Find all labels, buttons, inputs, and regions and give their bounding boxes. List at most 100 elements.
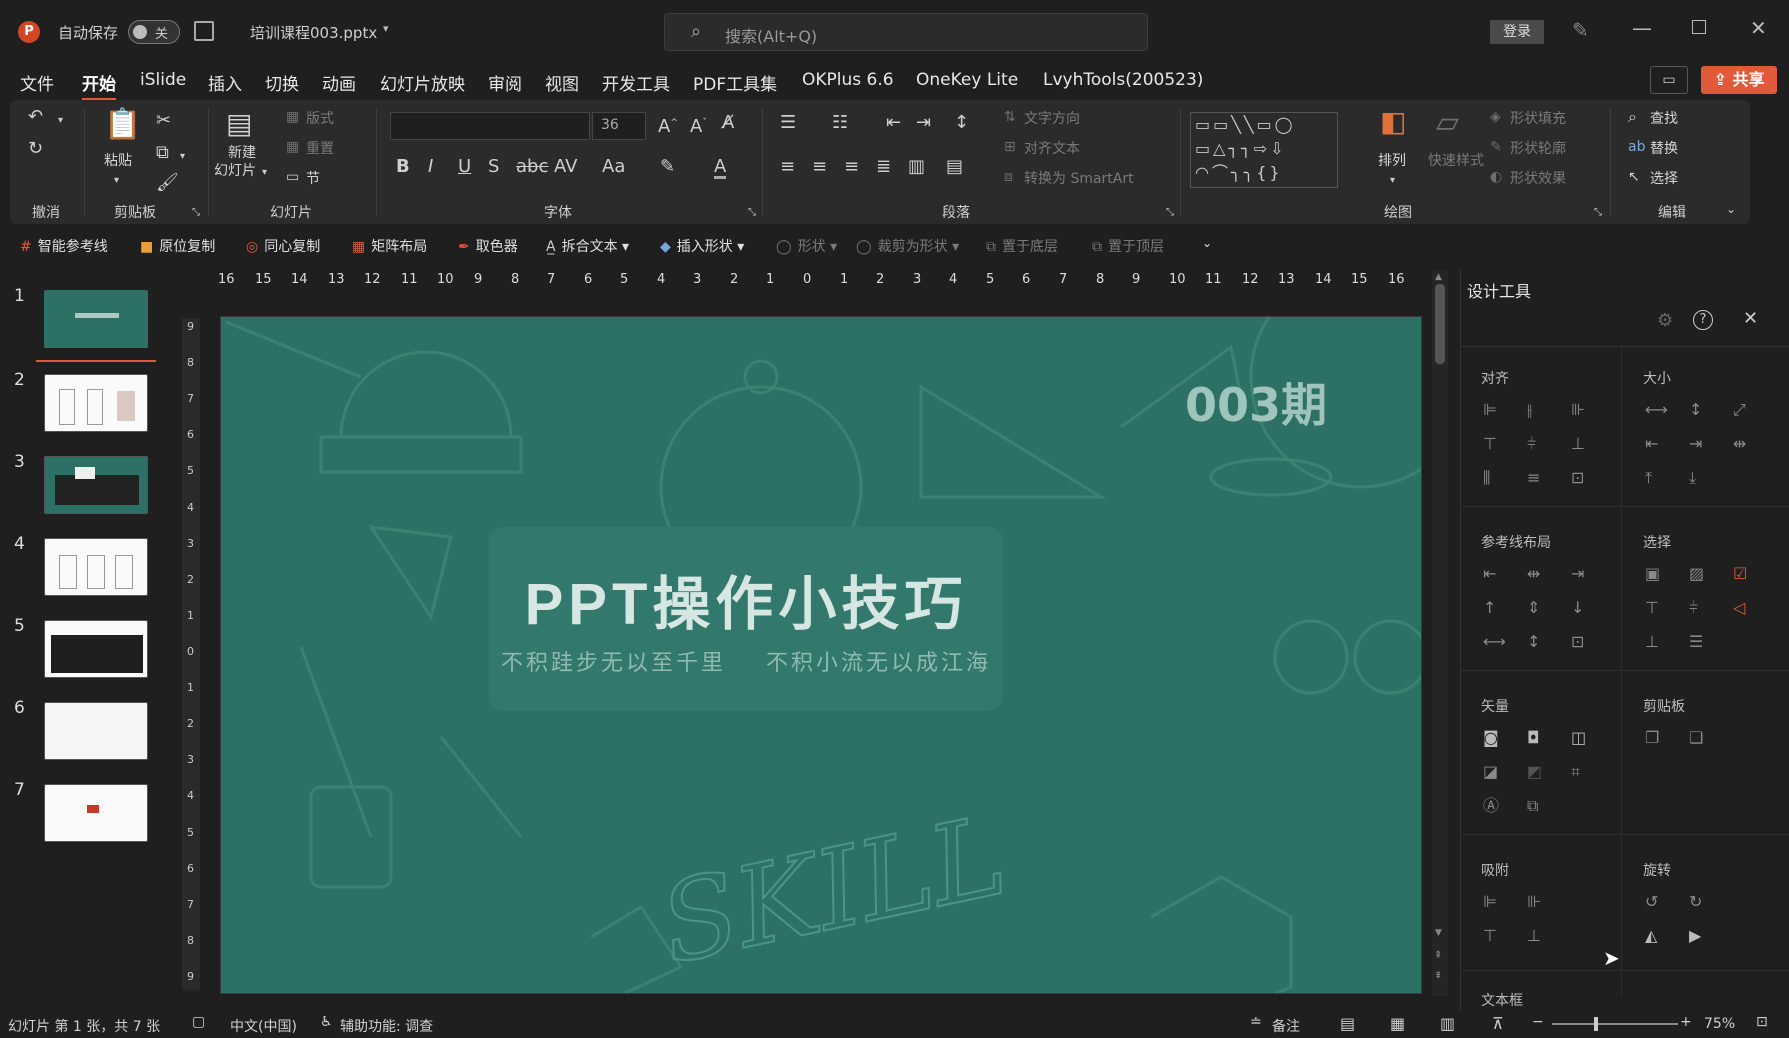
slide-canvas[interactable]: SKILL PPT操作小技巧 不积跬步无以至千里 不积小流无以成江海 003期 <box>220 316 1422 994</box>
align-right-icon[interactable]: ⊪ <box>1571 402 1585 418</box>
char-spacing-icon[interactable]: AV <box>554 158 577 176</box>
align-right-icon[interactable]: ≡ <box>844 158 859 176</box>
format-painter-icon[interactable]: 🖌 <box>156 174 179 192</box>
layout-icon[interactable]: ▦ <box>286 108 299 126</box>
zoom-out-icon[interactable]: − <box>1532 1014 1544 1030</box>
justify-icon[interactable]: ≣ <box>876 158 891 176</box>
select-label[interactable]: 选择 <box>1650 168 1678 188</box>
distribute-v-icon[interactable]: ≡ <box>1527 470 1540 486</box>
align-middle-icon[interactable]: ⫩ <box>1527 436 1536 452</box>
clear-format-icon[interactable]: A̸ <box>722 114 734 132</box>
guide-box-icon[interactable]: ⊡ <box>1571 634 1584 650</box>
menu-home[interactable]: 开始 <box>82 70 116 101</box>
undo-icon[interactable]: ↶ <box>28 108 43 126</box>
copy-icon[interactable]: ⧉ <box>156 144 169 162</box>
menu-onekey[interactable]: OneKey Lite <box>916 70 1018 90</box>
login-button[interactable]: 登录 <box>1490 20 1544 44</box>
same-height-icon[interactable]: ↕ <box>1689 402 1702 418</box>
guide-height-icon[interactable]: ↕ <box>1527 634 1540 650</box>
paste-button[interactable]: 📋 粘贴 ▾ <box>100 110 141 187</box>
snap-left-icon[interactable]: ⊫ <box>1483 894 1497 910</box>
pen-icon[interactable]: ✎ <box>1572 18 1589 42</box>
slide-sorter-icon[interactable]: ▦ <box>1390 1014 1405 1033</box>
snap-right-icon[interactable]: ⊪ <box>1527 894 1541 910</box>
shrink-font-icon[interactable]: Aˇ <box>690 114 707 136</box>
slide-thumbnail-5[interactable] <box>44 620 148 678</box>
bullets-icon[interactable]: ☰ <box>780 114 796 132</box>
drawing-launcher-icon[interactable]: ⤡ <box>1594 204 1602 222</box>
next-slide-icon[interactable]: ⇟ <box>1434 970 1442 981</box>
intersect-icon[interactable]: ◫ <box>1571 730 1586 746</box>
help-icon[interactable]: ? <box>1693 310 1713 330</box>
shape-fill-icon[interactable]: ◈ <box>1490 108 1501 126</box>
edit-points-icon[interactable]: ⌗ <box>1571 764 1580 780</box>
new-slide-button[interactable]: ▤ 新建 幻灯片 ▾ <box>214 110 274 190</box>
fragment-icon[interactable]: ◪ <box>1483 764 1498 780</box>
menu-islide[interactable]: iSlide <box>140 70 186 90</box>
slide-thumbnail-4[interactable] <box>44 538 148 596</box>
select-row-icon[interactable]: ☰ <box>1689 634 1703 650</box>
rotate-left-icon[interactable]: ↺ <box>1645 894 1658 910</box>
guide-bottom-icon[interactable]: ↓ <box>1571 600 1584 616</box>
shape-outline-label[interactable]: 形状轮廓 <box>1510 138 1566 158</box>
zoom-slider[interactable] <box>1552 1017 1678 1031</box>
union-icon[interactable]: ◙ <box>1483 730 1499 746</box>
guide-width-icon[interactable]: ⟷ <box>1483 634 1506 650</box>
align-top-icon[interactable]: ⊤ <box>1483 436 1497 452</box>
toolbar-overflow-icon[interactable]: ⌄ <box>1202 236 1212 250</box>
select-similar-icon[interactable]: ▨ <box>1689 566 1704 582</box>
file-name-chevron-icon[interactable]: ▾ <box>383 22 389 35</box>
same-size-icon[interactable]: ⤢ <box>1733 402 1746 418</box>
convert-shape-icon[interactable]: ⧉ <box>1527 798 1538 814</box>
send-to-back-button[interactable]: ⧉ 置于底层 <box>986 236 1058 256</box>
slide-issue-number[interactable]: 003期 <box>1185 369 1327 435</box>
guide-middle-icon[interactable]: ⇕ <box>1527 600 1540 616</box>
menu-slideshow[interactable]: 幻灯片放映 <box>380 70 465 95</box>
fit-to-window-icon[interactable]: ⊡ <box>1756 1014 1768 1030</box>
spellcheck-icon[interactable]: ▢ <box>192 1014 205 1030</box>
menu-lvyhtools[interactable]: LvyhTools(200523) <box>1043 70 1203 90</box>
close-icon[interactable]: ✕ <box>1750 16 1767 40</box>
align-text-icon[interactable]: ⊞ <box>1004 138 1016 156</box>
align-to-slide-icon[interactable]: ⊡ <box>1571 470 1584 486</box>
scroll-down-icon[interactable]: ▼ <box>1435 928 1442 938</box>
clipboard-launcher-icon[interactable]: ⤡ <box>192 204 200 222</box>
text-direction-icon[interactable]: ⇅ <box>1004 108 1016 126</box>
shadow-icon[interactable]: S <box>488 158 499 176</box>
zoom-slider-thumb[interactable] <box>1594 1017 1598 1031</box>
shape-effects-label[interactable]: 形状效果 <box>1510 168 1566 188</box>
reset-label[interactable]: 重置 <box>306 138 334 158</box>
highlight-icon[interactable]: ✎ <box>660 158 675 176</box>
slide-subtitle[interactable]: 不积跬步无以至千里 不积小流无以成江海 <box>441 645 1051 677</box>
cut-icon[interactable]: ✂ <box>156 112 171 130</box>
numbering-icon[interactable]: ☷ <box>832 114 848 132</box>
guide-left-icon[interactable]: ⇤ <box>1483 566 1496 582</box>
italic-icon[interactable]: I <box>428 158 433 176</box>
layout-label[interactable]: 版式 <box>306 108 334 128</box>
arrange-button[interactable]: ◧ 排列 ▾ <box>1374 108 1418 188</box>
select-pointer-icon[interactable]: ◁ <box>1733 600 1745 616</box>
replace-icon[interactable]: ab <box>1628 138 1645 156</box>
prev-slide-icon[interactable]: ⇞ <box>1434 950 1442 961</box>
menu-insert[interactable]: 插入 <box>208 70 242 95</box>
select-middle-icon[interactable]: ⫩ <box>1689 600 1698 616</box>
select-top-icon[interactable]: ⊤ <box>1645 600 1659 616</box>
font-color-icon[interactable]: A <box>714 158 727 179</box>
menu-okplus[interactable]: OKPlus 6.6 <box>802 70 894 90</box>
section-label[interactable]: 节 <box>306 168 320 188</box>
same-width-icon[interactable]: ⟷ <box>1645 402 1668 418</box>
stretch-bottom-icon[interactable]: ⤓ <box>1689 470 1696 486</box>
align-left-icon[interactable]: ≡ <box>780 158 795 176</box>
combine-icon[interactable]: ◩ <box>1527 764 1542 780</box>
search-box[interactable]: ⌕ 搜索(Alt+Q) <box>664 13 1148 51</box>
stretch-left-icon[interactable]: ⇤ <box>1645 436 1658 452</box>
text-direction-label[interactable]: 文字方向 <box>1024 108 1080 128</box>
paragraph-launcher-icon[interactable]: ⤡ <box>1166 204 1174 222</box>
stretch-both-icon[interactable]: ⇹ <box>1733 436 1746 452</box>
guide-center-icon[interactable]: ⇹ <box>1527 566 1540 582</box>
guide-right-icon[interactable]: ⇥ <box>1571 566 1584 582</box>
copy-chevron-icon[interactable]: ▾ <box>180 148 185 166</box>
align-left-icon[interactable]: ⊫ <box>1483 402 1497 418</box>
bold-icon[interactable]: B <box>396 158 410 176</box>
panel-settings-icon[interactable]: ⚙ <box>1657 310 1673 331</box>
